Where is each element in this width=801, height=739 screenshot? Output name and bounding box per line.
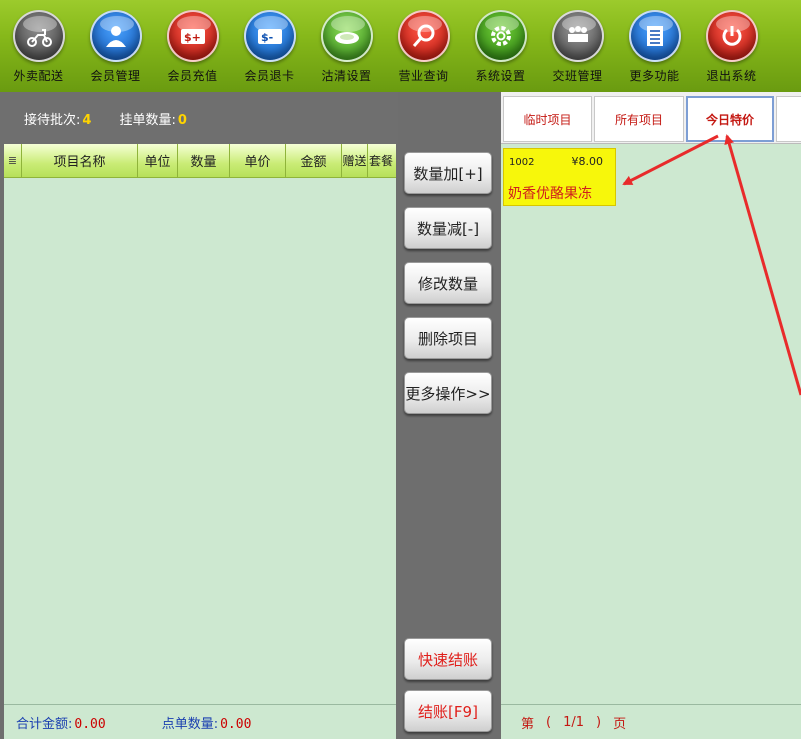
toolbar-system-settings[interactable]: 系统设置 — [462, 0, 539, 92]
column-amount[interactable]: 金额 — [286, 144, 342, 177]
column-unit-price[interactable]: 单价 — [230, 144, 286, 177]
checkout-button[interactable]: 结账[F9] — [404, 690, 492, 732]
product-card[interactable]: 1002 ¥8.00 奶香优酪果冻 — [503, 148, 616, 206]
product-code: 1002 — [509, 157, 535, 168]
table-header: ≣ 项目名称 单位 数量 单价 金额 赠送 套餐 — [4, 144, 396, 178]
tab-today-special[interactable]: 今日特价 — [686, 96, 774, 142]
card-minus-icon: $- — [243, 10, 296, 62]
category-tabs: 临时项目 所有项目 今日特价 — [501, 92, 801, 144]
svg-text:$-: $- — [261, 31, 273, 44]
toolbar-more-functions[interactable]: 更多功能 — [616, 0, 693, 92]
hold-count: 挂单数量: 0 — [119, 112, 187, 128]
tab-all-items[interactable]: 所有项目 — [594, 96, 684, 142]
toolbar-delivery[interactable]: 外卖配送 — [0, 0, 77, 92]
delete-item-button[interactable]: 删除项目 — [404, 317, 492, 359]
column-grip-icon[interactable]: ≣ — [4, 144, 22, 177]
toolbar-label: 更多功能 — [629, 69, 680, 83]
product-grid: 1002 ¥8.00 奶香优酪果冻 — [501, 144, 801, 704]
handover-icon — [551, 10, 604, 62]
toolbar-business-query[interactable]: 营业查询 — [385, 0, 462, 92]
column-quantity[interactable]: 数量 — [178, 144, 230, 177]
action-column: 数量加[+] 数量减[-] 修改数量 删除项目 更多操作>> 快速结账 结账[F… — [398, 92, 501, 739]
scooter-icon — [12, 10, 65, 62]
toolbar-exit-system[interactable]: 退出系统 — [693, 0, 770, 92]
quantity-add-button[interactable]: 数量加[+] — [404, 152, 492, 194]
order-count: 点单数量: 0.00 — [161, 716, 252, 732]
toolbar-label: 外卖配送 — [13, 69, 64, 83]
user-icon — [89, 10, 142, 62]
more-operations-button[interactable]: 更多操作>> — [404, 372, 492, 414]
pager-suffix: 页 — [613, 716, 627, 732]
column-set-meal[interactable]: 套餐 — [368, 144, 394, 177]
pager-open: ( — [546, 714, 552, 730]
power-icon — [705, 10, 758, 62]
order-summary: 合计金额: 0.00 点单数量: 0.00 — [4, 704, 396, 739]
column-item-name[interactable]: 项目名称 — [22, 144, 138, 177]
toolbar-member-management[interactable]: 会员管理 — [77, 0, 154, 92]
toolbar-label: 退出系统 — [706, 69, 757, 83]
list-icon — [628, 10, 681, 62]
toolbar-label: 会员管理 — [90, 69, 141, 83]
product-price: ¥8.00 — [571, 155, 604, 168]
order-status-bar: 接待批次: 4 挂单数量: 0 — [0, 92, 398, 144]
toolbar-label: 沽清设置 — [321, 69, 372, 83]
pager: 第 ( 1/1 ) 页 — [501, 704, 801, 739]
toolbar-member-recharge[interactable]: $+ 会员充值 — [154, 0, 231, 92]
quick-checkout-button[interactable]: 快速结账 — [404, 638, 492, 680]
order-table[interactable]: ≣ 项目名称 单位 数量 单价 金额 赠送 套餐 — [4, 144, 396, 708]
order-count-value: 0.00 — [220, 716, 252, 732]
toolbar-label: 营业查询 — [398, 69, 449, 83]
pager-close: ) — [596, 714, 602, 730]
plate-icon — [320, 10, 373, 62]
toolbar-shift-management[interactable]: 交班管理 — [539, 0, 616, 92]
waiting-batch-value: 4 — [82, 112, 92, 128]
hold-count-value: 0 — [177, 112, 187, 128]
main-toolbar: 外卖配送 会员管理 $+ 会员充值 $- 会员退卡 沽清设置 营业查询 系统设置 — [0, 0, 801, 92]
pager-page[interactable]: 1/1 — [563, 715, 584, 730]
toolbar-label: 会员退卡 — [244, 69, 295, 83]
toolbar-soldout-settings[interactable]: 沽清设置 — [308, 0, 385, 92]
toolbar-label: 交班管理 — [552, 69, 603, 83]
column-unit[interactable]: 单位 — [138, 144, 178, 177]
column-gift[interactable]: 赠送 — [342, 144, 368, 177]
toolbar-label: 系统设置 — [475, 69, 526, 83]
card-plus-icon: $+ — [166, 10, 219, 62]
search-icon — [397, 10, 450, 62]
svg-text:$+: $+ — [184, 31, 201, 44]
waiting-batch: 接待批次: 4 — [24, 112, 92, 128]
tab-temporary-items[interactable]: 临时项目 — [503, 96, 592, 142]
pager-prefix: 第 — [521, 716, 535, 732]
toolbar-member-refund[interactable]: $- 会员退卡 — [231, 0, 308, 92]
total-amount: 合计金额: 0.00 — [16, 716, 106, 732]
gear-icon — [474, 10, 527, 62]
edit-quantity-button[interactable]: 修改数量 — [404, 262, 492, 304]
product-name: 奶香优酪果冻 — [508, 186, 592, 202]
toolbar-label: 会员充值 — [167, 69, 218, 83]
total-amount-value: 0.00 — [74, 716, 106, 732]
quantity-subtract-button[interactable]: 数量减[-] — [404, 207, 492, 249]
tab-next[interactable] — [776, 96, 801, 142]
